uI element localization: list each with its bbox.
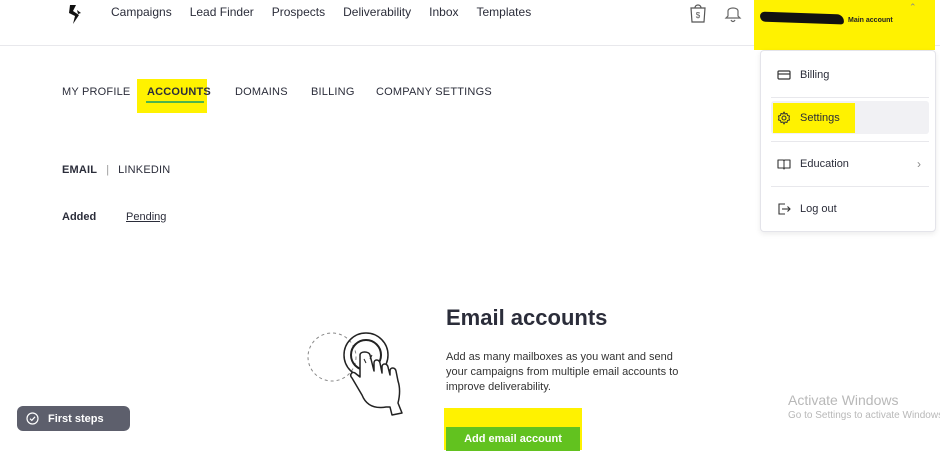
logout-icon xyxy=(778,203,791,215)
tab-billing[interactable]: BILLING xyxy=(311,86,355,98)
menu-item-billing-label: Billing xyxy=(800,69,830,81)
menu-divider xyxy=(771,141,929,142)
tab-company-settings[interactable]: COMPANY SETTINGS xyxy=(376,86,492,98)
app-logo-icon[interactable] xyxy=(64,2,86,26)
filter-added[interactable]: Added xyxy=(62,211,96,223)
tab-my-profile[interactable]: MY PROFILE xyxy=(62,86,130,98)
menu-divider xyxy=(771,97,929,98)
filter-pending[interactable]: Pending xyxy=(126,211,166,223)
subtab-linkedin[interactable]: LINKEDIN xyxy=(118,164,170,176)
add-email-account-button[interactable]: Add email account xyxy=(446,427,580,451)
account-role-label: Main account xyxy=(848,17,893,24)
empty-state-description: Add as many mailboxes as you want and se… xyxy=(446,351,679,393)
credit-card-icon xyxy=(777,70,791,80)
empty-state-title: Email accounts xyxy=(446,305,608,330)
nav-prospects[interactable]: Prospects xyxy=(272,5,325,19)
menu-item-log-out[interactable]: Log out xyxy=(761,192,937,226)
menu-item-log-out-label: Log out xyxy=(800,203,837,215)
menu-item-settings[interactable]: Settings xyxy=(761,101,937,135)
active-tab-underline xyxy=(146,101,204,103)
first-steps-button[interactable]: First steps xyxy=(17,406,130,431)
check-circle-icon xyxy=(26,412,39,425)
gear-icon xyxy=(778,111,790,125)
activate-windows-subtitle: Go to Settings to activate Windows. xyxy=(788,410,940,421)
menu-divider xyxy=(771,186,929,187)
nav-campaigns[interactable]: Campaigns xyxy=(111,5,172,19)
tab-accounts[interactable]: ACCOUNTS xyxy=(147,86,211,98)
tab-domains[interactable]: DOMAINS xyxy=(235,86,288,98)
account-dropdown-menu: Billing Settings Education › Log out xyxy=(760,50,936,232)
menu-item-education-label: Education xyxy=(800,158,849,170)
chevron-up-icon[interactable]: ⌃ xyxy=(909,2,917,13)
activate-windows-title: Activate Windows xyxy=(788,392,899,408)
chevron-right-icon: › xyxy=(917,157,921,171)
account-type-subtabs: EMAIL | LINKEDIN xyxy=(62,164,170,176)
menu-item-settings-label: Settings xyxy=(800,112,840,124)
menu-item-billing[interactable]: Billing xyxy=(761,58,937,92)
bell-icon[interactable] xyxy=(724,3,742,23)
subtab-email[interactable]: EMAIL xyxy=(62,164,97,176)
subtab-separator: | xyxy=(106,164,110,176)
open-book-icon xyxy=(777,159,791,170)
tap-hand-illustration xyxy=(307,332,403,416)
nav-lead-finder[interactable]: Lead Finder xyxy=(190,5,254,19)
nav-templates[interactable]: Templates xyxy=(477,5,532,19)
shopping-bag-icon[interactable]: $ xyxy=(688,2,708,24)
menu-item-education[interactable]: Education › xyxy=(761,147,937,181)
nav-deliverability[interactable]: Deliverability xyxy=(343,5,411,19)
main-nav: Campaigns Lead Finder Prospects Delivera… xyxy=(111,5,531,19)
account-menu-highlight[interactable] xyxy=(754,0,935,50)
svg-text:$: $ xyxy=(696,11,701,20)
nav-inbox[interactable]: Inbox xyxy=(429,5,458,19)
first-steps-label: First steps xyxy=(48,412,104,425)
